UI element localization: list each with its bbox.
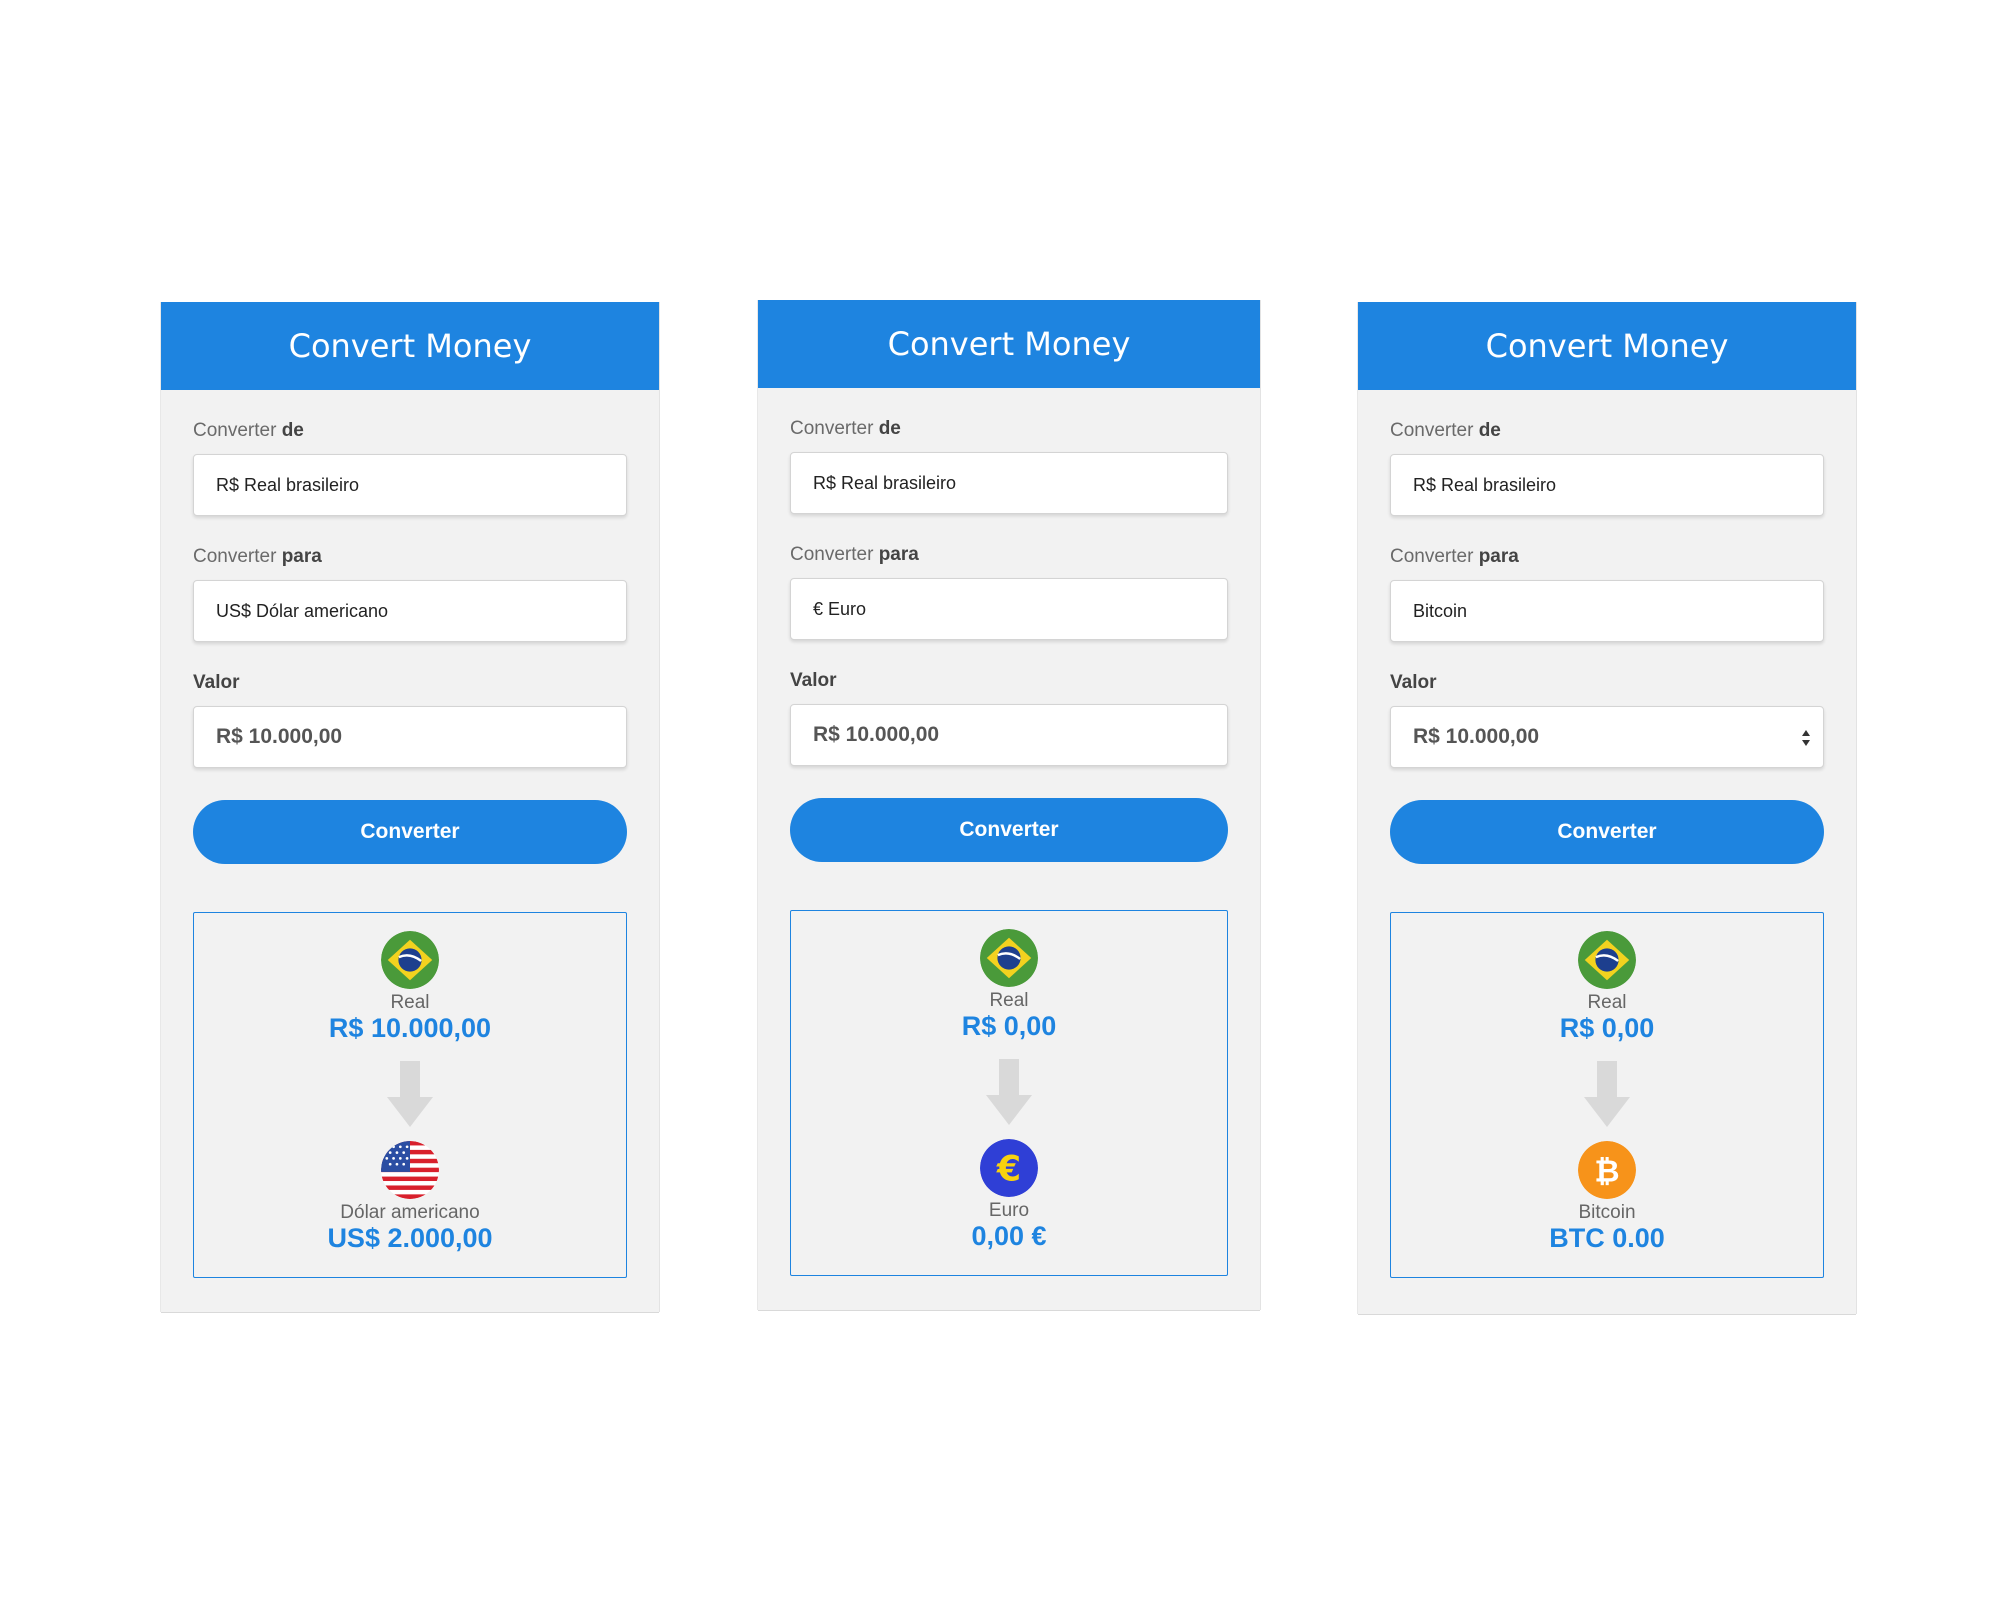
result-panel: Real R$ 10.000,00 Dólar americano US$ 2.… [193, 912, 627, 1278]
from-currency-select[interactable]: R$ Real brasileiro [1390, 454, 1824, 516]
to-currency-name: Dólar americano [340, 1202, 480, 1223]
convert-button[interactable]: Converter [1390, 800, 1824, 864]
converter-card-2: Convert Money Converter de R$ Real brasi… [758, 300, 1260, 1310]
to-currency-label: Converter para [790, 544, 919, 565]
euro-icon [980, 1139, 1038, 1197]
amount-label: Valor [193, 672, 240, 693]
to-currency-select[interactable]: Bitcoin [1390, 580, 1824, 642]
from-currency-name: Real [1587, 992, 1627, 1013]
usa-flag-icon [381, 1141, 439, 1199]
converter-card-3: Convert Money Converter de R$ Real brasi… [1358, 302, 1856, 1314]
arrow-down-icon [1584, 1061, 1630, 1127]
from-currency-label: Converter de [1390, 420, 1501, 441]
card-title: Convert Money [1358, 302, 1856, 390]
to-currency-select[interactable]: € Euro [790, 578, 1228, 640]
to-currency-value: BTC 0.00 [1549, 1223, 1665, 1253]
bitcoin-icon [1578, 1141, 1636, 1199]
from-currency-value: R$ 0,00 [961, 1011, 1057, 1041]
amount-label: Valor [1390, 672, 1437, 693]
card-title: Convert Money [758, 300, 1260, 388]
from-currency-label: Converter de [790, 418, 901, 439]
from-currency-label: Converter de [193, 420, 304, 441]
from-currency-value: R$ 10.000,00 [328, 1013, 492, 1043]
brazil-flag-icon [980, 929, 1038, 987]
amount-input[interactable]: R$ 10.000,00 [790, 704, 1228, 766]
converter-card-1: Convert Money Converter de R$ Real brasi… [161, 302, 659, 1312]
from-currency-name: Real [390, 992, 430, 1013]
from-currency-name: Real [989, 990, 1029, 1011]
number-spinner-icon[interactable] [1801, 729, 1811, 747]
convert-button[interactable]: Converter [193, 800, 627, 864]
to-currency-name: Euro [988, 1200, 1030, 1221]
brazil-flag-icon [1578, 931, 1636, 989]
from-currency-value: R$ 0,00 [1559, 1013, 1655, 1043]
to-currency-name: Bitcoin [1578, 1202, 1636, 1223]
amount-input[interactable]: R$ 10.000,00 [193, 706, 627, 768]
result-panel: Real R$ 0,00 Bitcoin BTC 0.00 [1390, 912, 1824, 1278]
amount-input-value: R$ 10.000,00 [1413, 725, 1540, 748]
amount-label: Valor [790, 670, 837, 691]
to-currency-value: US$ 2.000,00 [327, 1223, 493, 1253]
to-currency-select[interactable]: US$ Dólar americano [193, 580, 627, 642]
from-currency-select[interactable]: R$ Real brasileiro [193, 454, 627, 516]
to-currency-label: Converter para [193, 546, 322, 567]
convert-button[interactable]: Converter [790, 798, 1228, 862]
card-title: Convert Money [161, 302, 659, 390]
from-currency-select[interactable]: R$ Real brasileiro [790, 452, 1228, 514]
arrow-down-icon [387, 1061, 433, 1127]
result-panel: Real R$ 0,00 Euro 0,00 € [790, 910, 1228, 1276]
arrow-down-icon [986, 1059, 1032, 1125]
to-currency-value: 0,00 € [971, 1221, 1047, 1251]
amount-input[interactable]: R$ 10.000,00 [1390, 706, 1824, 768]
to-currency-label: Converter para [1390, 546, 1519, 567]
brazil-flag-icon [381, 931, 439, 989]
